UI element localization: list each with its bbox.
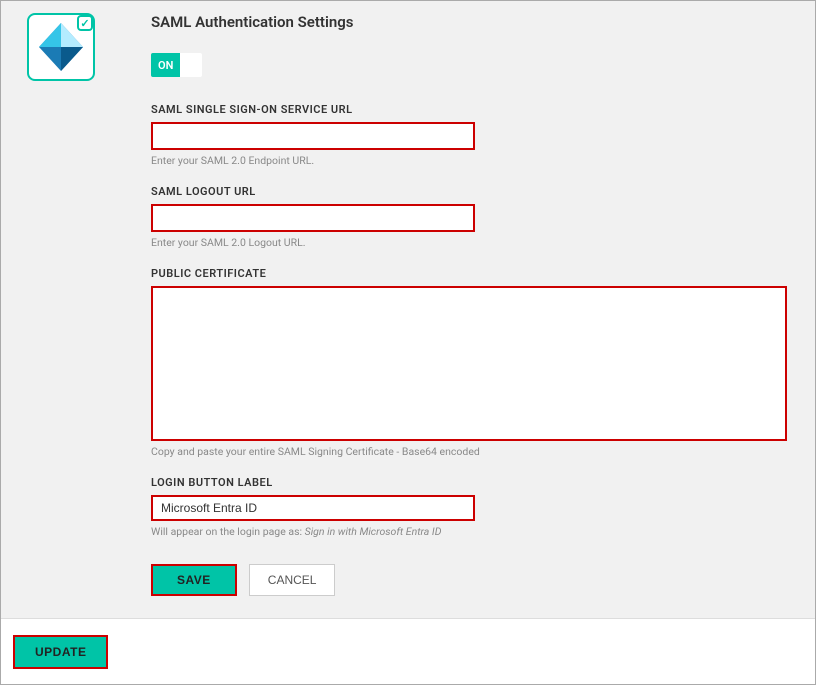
sso-url-input[interactable]: [151, 122, 475, 150]
login-button-label-help: Will appear on the login page as: Sign i…: [151, 525, 787, 538]
update-button[interactable]: UPDATE: [13, 635, 108, 669]
login-help-prefix: Will appear on the login page as:: [151, 525, 305, 538]
certificate-input[interactable]: [151, 286, 787, 441]
toggle-on-label: ON: [151, 53, 180, 77]
toggle-handle: [180, 53, 202, 77]
logout-url-input[interactable]: [151, 204, 475, 232]
sso-url-help: Enter your SAML 2.0 Endpoint URL.: [151, 154, 787, 167]
logout-url-help: Enter your SAML 2.0 Logout URL.: [151, 236, 787, 249]
certificate-label: PUBLIC CERTIFICATE: [151, 267, 787, 280]
logout-url-label: SAML LOGOUT URL: [151, 185, 787, 198]
login-help-preview: Sign in with Microsoft Entra ID: [305, 525, 442, 538]
enable-toggle[interactable]: ON: [151, 53, 202, 77]
certificate-help: Copy and paste your entire SAML Signing …: [151, 445, 787, 458]
footer-bar: UPDATE: [1, 618, 815, 684]
app-icon: ✓: [27, 13, 95, 81]
login-button-label-input[interactable]: [151, 495, 475, 521]
page-title: SAML Authentication Settings: [151, 13, 787, 31]
login-button-label-label: LOGIN BUTTON LABEL: [151, 476, 787, 489]
sso-url-label: SAML SINGLE SIGN-ON SERVICE URL: [151, 103, 787, 116]
save-button[interactable]: SAVE: [151, 564, 237, 596]
checkmark-icon: ✓: [77, 15, 93, 31]
cancel-button[interactable]: CANCEL: [249, 564, 336, 596]
